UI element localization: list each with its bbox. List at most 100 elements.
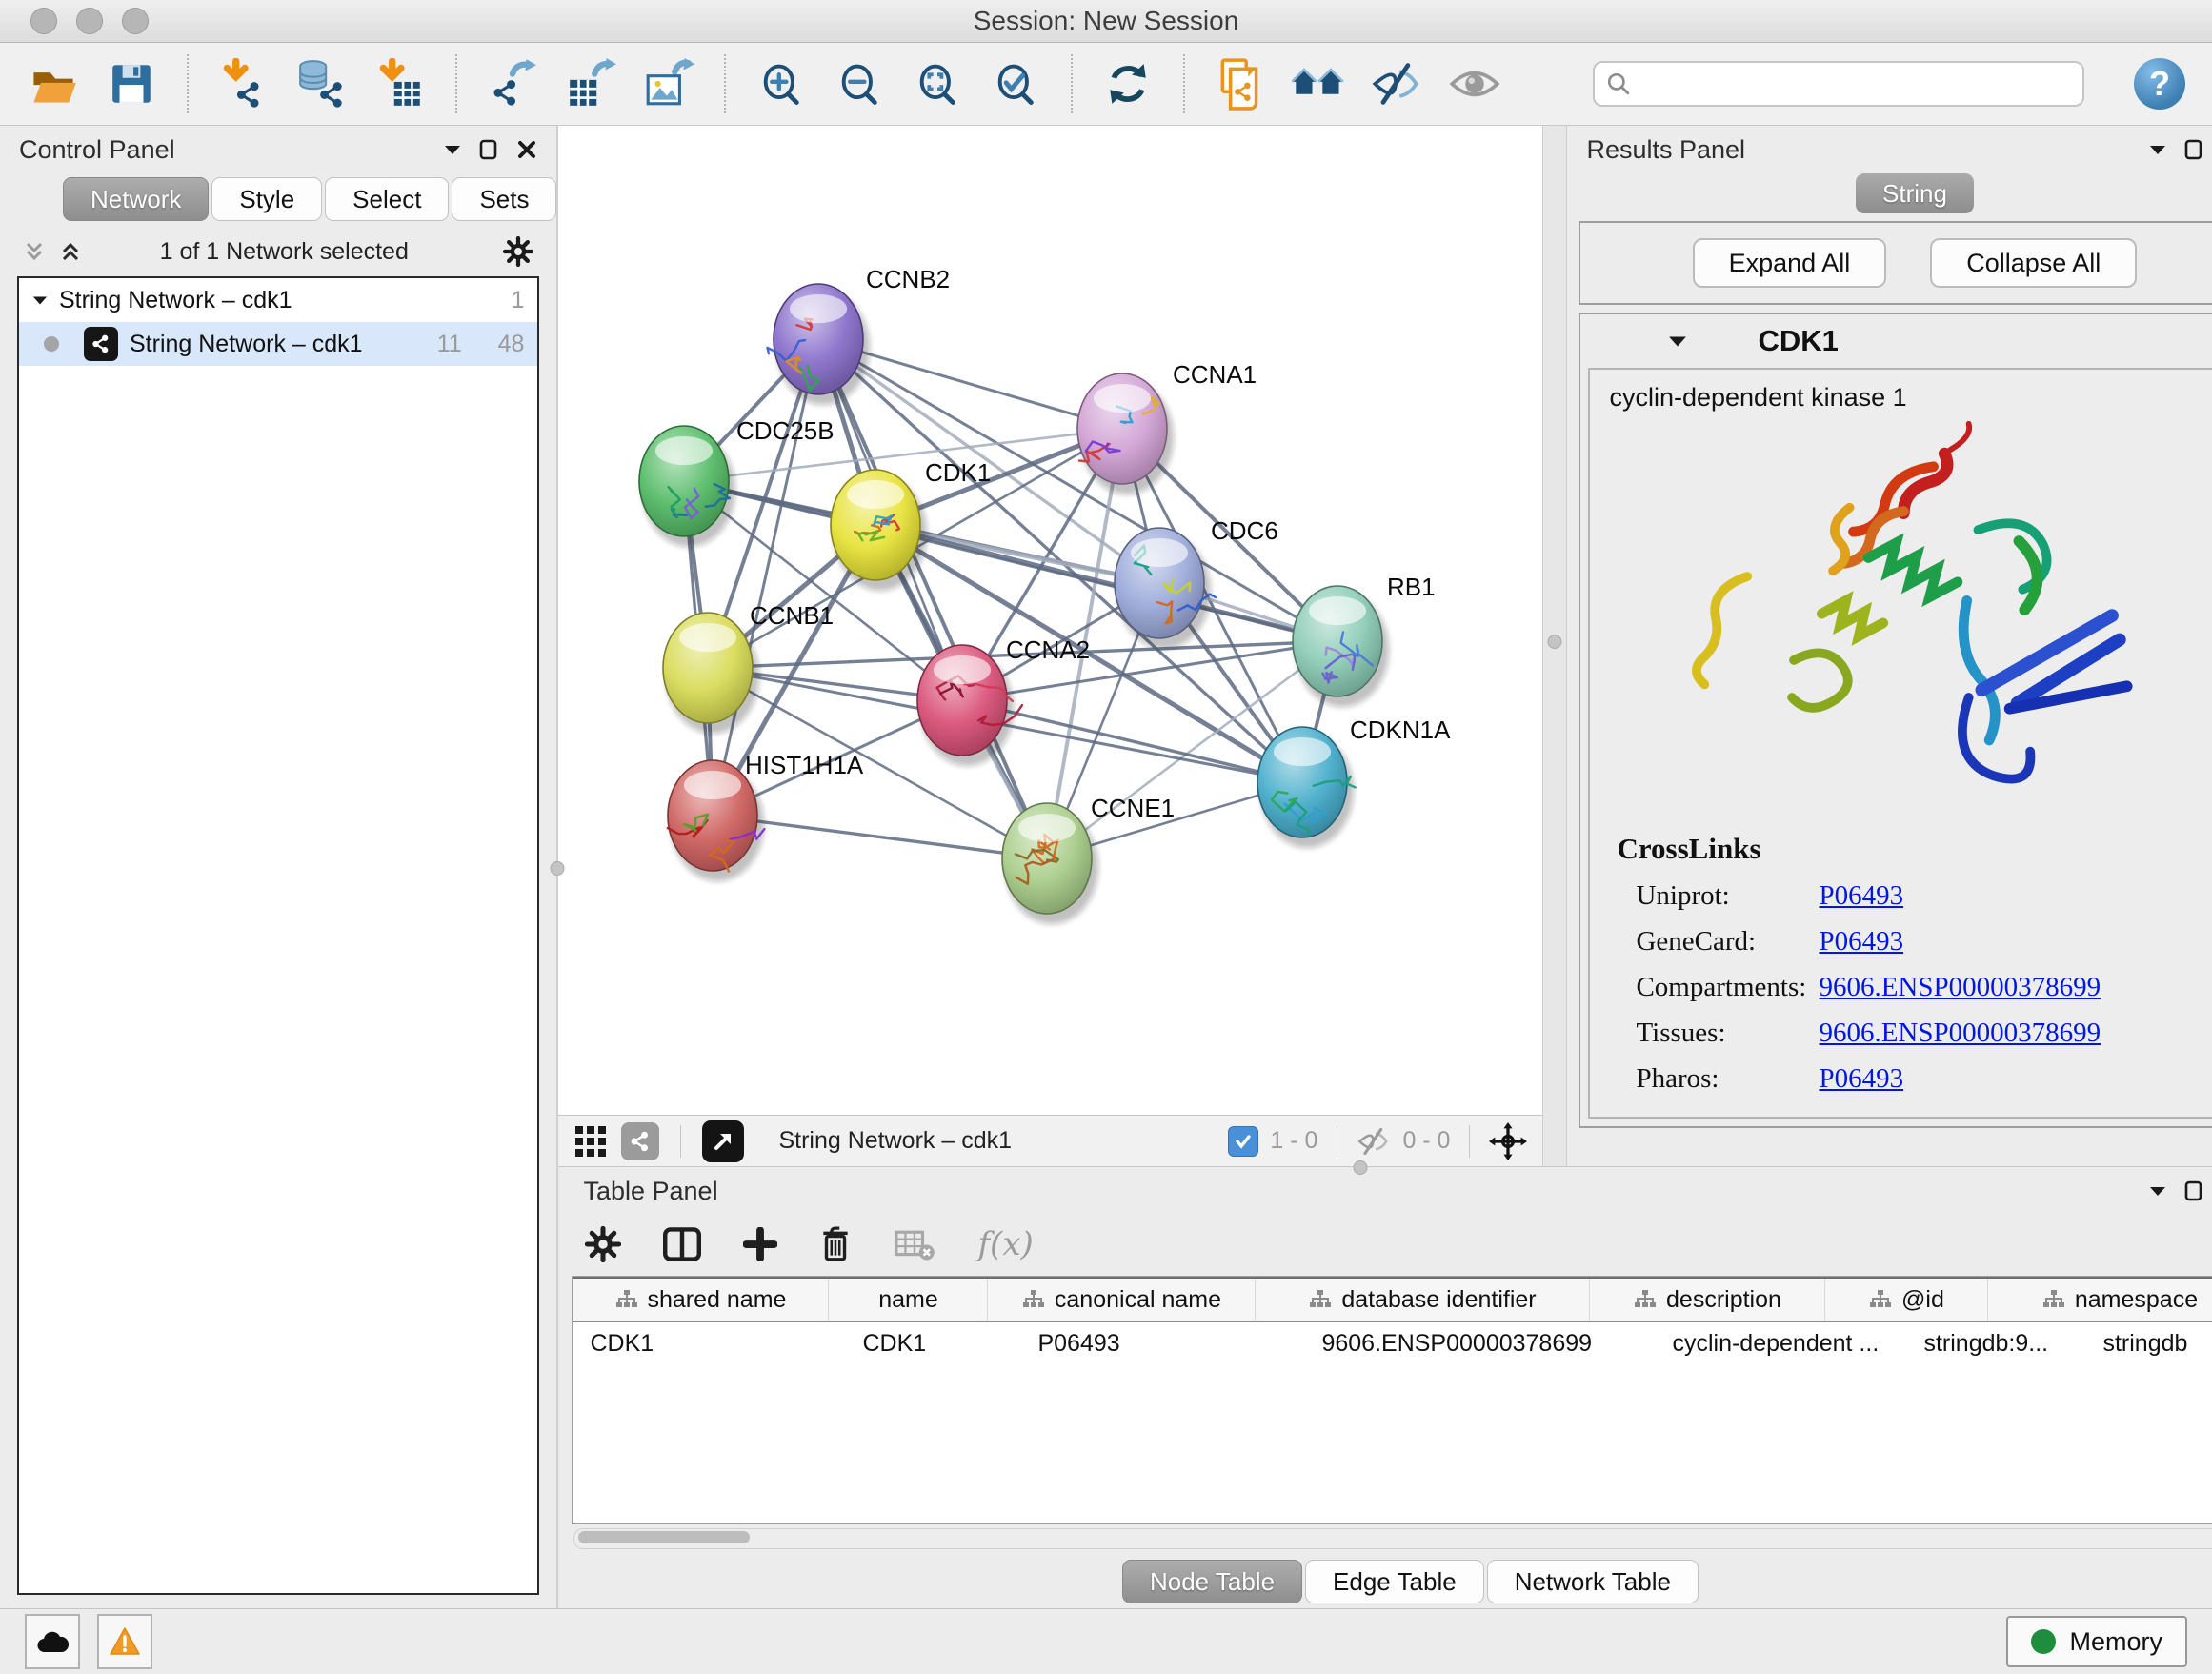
zoom-out-icon[interactable]: [833, 57, 886, 111]
horizontal-splitter-grip[interactable]: [1354, 1160, 1368, 1175]
memory-button[interactable]: Memory: [2006, 1616, 2187, 1667]
hidden-count-badge: 0 - 0: [1402, 1127, 1450, 1155]
export-network-icon[interactable]: [486, 57, 539, 111]
network-options-gear-icon[interactable]: [503, 236, 533, 267]
column-header-description[interactable]: description: [1590, 1279, 1825, 1321]
string-view-icon[interactable]: [621, 1122, 659, 1160]
splitter-grip[interactable]: [551, 861, 565, 876]
column-header-namespace[interactable]: namespace: [1988, 1279, 2212, 1321]
tab-string[interactable]: String: [1856, 173, 1974, 213]
zoom-selected-icon[interactable]: [989, 57, 1042, 111]
table-row[interactable]: CDK1CDK1P064939606.ENSP00000378699cyclin…: [573, 1322, 2212, 1364]
memory-status-dot-icon: [2031, 1629, 2056, 1654]
zoom-in-icon[interactable]: [754, 57, 808, 111]
zoom-window-button[interactable]: [122, 8, 149, 34]
tab-node-table[interactable]: Node Table: [1122, 1560, 1302, 1603]
cell-namespace[interactable]: stringdb: [2085, 1322, 2212, 1364]
panel-menu-icon[interactable]: [444, 144, 461, 155]
cell-name[interactable]: CDK1: [845, 1322, 1020, 1364]
disclosure-triangle-icon[interactable]: [32, 294, 48, 306]
crosslink-value-link[interactable]: P06493: [1819, 926, 1903, 958]
birds-eye-view-icon[interactable]: [1489, 1122, 1527, 1160]
crosslink-value-link[interactable]: P06493: [1819, 1063, 1903, 1095]
expand-all-icon[interactable]: [59, 240, 82, 263]
duplicate-network-icon[interactable]: [1214, 57, 1267, 111]
delete-column-trash-icon[interactable]: [819, 1226, 852, 1262]
float-panel-icon[interactable]: [478, 139, 499, 160]
node-label: CDK1: [925, 458, 991, 487]
open-session-icon[interactable]: [27, 57, 80, 111]
minimize-window-button[interactable]: [76, 8, 103, 34]
table-settings-gear-icon[interactable]: [585, 1226, 621, 1262]
network-canvas[interactable]: CCNB2CCNA1CDC25BCDK1CDC6RB1CCNB1CCNA2CDK…: [558, 126, 1542, 1115]
open-in-window-icon[interactable]: [702, 1120, 744, 1162]
network-row-selected[interactable]: String Network – cdk1 11 48: [19, 322, 537, 366]
node-label: CCNB1: [750, 601, 834, 630]
grid-view-icon[interactable]: [573, 1124, 608, 1159]
hide-eye-icon[interactable]: [1370, 57, 1423, 111]
cell-database-identifier[interactable]: 9606.ENSP00000378699: [1304, 1322, 1655, 1364]
create-column-plus-icon[interactable]: [743, 1227, 777, 1261]
save-session-icon[interactable]: [105, 57, 158, 111]
cloud-status-button[interactable]: [25, 1614, 80, 1669]
column-header-database-identifier[interactable]: database identifier: [1256, 1279, 1590, 1321]
shared-column-tree-icon: [1634, 1289, 1657, 1310]
tab-select[interactable]: Select: [325, 177, 449, 221]
collapse-all-icon[interactable]: [23, 240, 46, 263]
selected-checkbox-icon[interactable]: [1228, 1126, 1258, 1157]
cell-description[interactable]: cyclin-dependent ...: [1655, 1322, 1906, 1364]
help-icon[interactable]: ?: [2134, 58, 2185, 110]
crosslink-row: Tissues:9606.ENSP00000378699: [1590, 1018, 2212, 1049]
refresh-icon[interactable]: [1101, 57, 1155, 111]
hidden-eye-icon[interactable]: [1357, 1128, 1391, 1155]
export-table-icon[interactable]: [564, 57, 617, 111]
column-header-id[interactable]: @id: [1825, 1279, 1988, 1321]
toolbar-separator: [1469, 1125, 1470, 1158]
expand-all-button[interactable]: Expand All: [1693, 238, 1887, 288]
column-header-label: name: [878, 1286, 938, 1314]
tab-edge-table[interactable]: Edge Table: [1305, 1560, 1484, 1603]
import-table-file-icon[interactable]: [373, 57, 427, 111]
crosslink-value-link[interactable]: 9606.ENSP00000378699: [1819, 1018, 2101, 1049]
collapse-all-button[interactable]: Collapse All: [1930, 238, 2137, 288]
import-network-file-icon[interactable]: [217, 57, 271, 111]
crosslink-value-link[interactable]: P06493: [1819, 880, 1903, 912]
disclosure-triangle-icon[interactable]: [1668, 334, 1687, 348]
panel-menu-icon[interactable]: [2149, 1185, 2166, 1197]
export-image-icon[interactable]: [642, 57, 695, 111]
show-columns-icon[interactable]: [663, 1227, 701, 1261]
network-collection-row[interactable]: String Network – cdk1 1: [19, 278, 537, 322]
tab-sets[interactable]: Sets: [452, 177, 556, 221]
cell-canonical-name[interactable]: P06493: [1020, 1322, 1304, 1364]
cell-id[interactable]: stringdb:9...: [1906, 1322, 2085, 1364]
splitter-grip[interactable]: [1548, 635, 1562, 649]
tab-network-table[interactable]: Network Table: [1487, 1560, 1699, 1603]
horizontal-scrollbar[interactable]: [573, 1528, 2212, 1549]
column-header-canonical-name[interactable]: canonical name: [988, 1279, 1256, 1321]
tab-style[interactable]: Style: [211, 177, 322, 221]
warning-status-button[interactable]: [97, 1614, 152, 1669]
right-splitter[interactable]: [1542, 126, 1567, 1166]
cell-shared-name[interactable]: CDK1: [573, 1322, 845, 1364]
close-panel-icon[interactable]: [516, 139, 537, 160]
title-bar: Session: New Session: [0, 0, 2212, 43]
crosslink-value-link[interactable]: 9606.ENSP00000378699: [1819, 972, 2101, 1003]
float-panel-icon[interactable]: [2183, 139, 2204, 160]
node-count: 11: [437, 331, 462, 358]
column-header-name[interactable]: name: [829, 1279, 988, 1321]
table-empty-area: [573, 1364, 2212, 1523]
import-network-database-icon[interactable]: [295, 57, 349, 111]
homes-icon[interactable]: [1292, 57, 1345, 111]
float-panel-icon[interactable]: [2183, 1180, 2204, 1201]
zoom-fit-icon[interactable]: [911, 57, 964, 111]
eye-icon[interactable]: [1448, 57, 1501, 111]
network-graph[interactable]: CCNB2CCNA1CDC25BCDK1CDC6RB1CCNB1CCNA2CDK…: [558, 126, 1542, 1115]
close-window-button[interactable]: [30, 8, 57, 34]
column-header-shared-name[interactable]: shared name: [573, 1279, 829, 1321]
tab-network[interactable]: Network: [63, 177, 209, 221]
control-panel-header: Control Panel: [0, 126, 556, 173]
search-input[interactable]: [1640, 69, 2071, 100]
protein-section-header[interactable]: CDK1: [1580, 314, 2212, 368]
panel-menu-icon[interactable]: [2149, 144, 2166, 155]
scrollbar-thumb[interactable]: [578, 1531, 750, 1543]
